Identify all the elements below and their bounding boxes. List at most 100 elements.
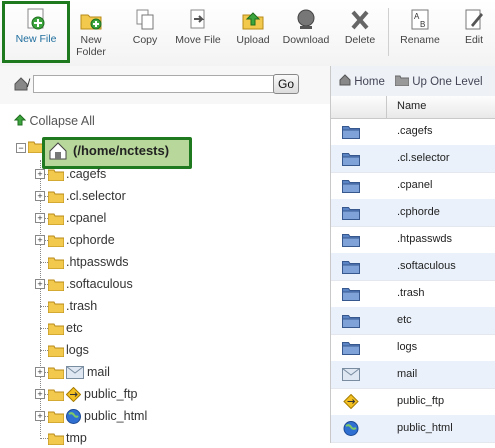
home-nav-button[interactable]: Home — [339, 74, 385, 88]
delete-button[interactable]: Delete — [340, 4, 380, 62]
file-name: .softaculous — [397, 260, 456, 272]
path-bar: / Go — [0, 66, 330, 104]
up-one-level-label: Up One Level — [412, 76, 483, 88]
new-folder-button[interactable]: New Folder — [72, 4, 110, 62]
edit-label: Edit — [464, 34, 484, 46]
column-name-header[interactable]: Name — [397, 100, 426, 112]
tree-expand-toggle[interactable]: + — [35, 411, 45, 421]
tree-item-label: etc — [66, 321, 83, 335]
home-nav-icon — [339, 74, 351, 86]
copy-icon — [136, 9, 154, 30]
root-toggle[interactable]: − — [16, 143, 26, 153]
mail-icon — [342, 368, 360, 381]
file-row[interactable]: public_ftp — [331, 388, 495, 416]
file-row[interactable]: etc — [331, 307, 495, 335]
new-folder-icon — [80, 14, 102, 30]
tree-expand-toggle[interactable]: + — [35, 169, 45, 179]
download-icon — [297, 9, 315, 29]
tree-item-label: public_ftp — [84, 387, 138, 401]
tree-item[interactable]: logs — [48, 340, 89, 360]
tree-item[interactable]: mail — [48, 362, 110, 382]
toolbar-separator — [388, 8, 389, 56]
upload-label: Upload — [236, 34, 270, 46]
tree-item[interactable]: .cl.selector — [48, 186, 126, 206]
edit-button[interactable]: Edit — [456, 4, 492, 62]
tree-expand-toggle[interactable]: + — [35, 213, 45, 223]
file-row[interactable]: logs — [331, 334, 495, 362]
toolbar: New File New Folder Copy Move File Uploa… — [0, 0, 495, 67]
tree-expand-toggle[interactable]: + — [35, 235, 45, 245]
new-file-button[interactable]: New File — [2, 1, 70, 63]
globe-icon — [343, 421, 359, 436]
tree-connector — [40, 306, 48, 307]
file-list-nav: Home Up One Level — [331, 66, 495, 97]
folder-icon — [48, 411, 64, 423]
delete-icon — [351, 10, 369, 30]
file-list-header: Name — [331, 96, 495, 119]
file-name: .cagefs — [397, 125, 433, 137]
folder-icon — [342, 288, 360, 301]
move-file-icon — [190, 9, 205, 29]
file-row[interactable]: .softaculous — [331, 253, 495, 281]
tree-connector — [40, 262, 48, 263]
download-button[interactable]: Download — [280, 4, 332, 62]
go-button[interactable]: Go — [273, 74, 299, 94]
tree-item[interactable]: .softaculous — [48, 274, 133, 294]
file-name: .htpasswds — [397, 233, 453, 245]
folder-icon — [342, 126, 360, 139]
tree-item[interactable]: .cpanel — [48, 208, 106, 228]
file-name: etc — [397, 314, 412, 326]
folder-icon — [342, 342, 360, 355]
home-path-icon — [14, 77, 28, 91]
tree-expand-toggle[interactable]: + — [35, 191, 45, 201]
upload-button[interactable]: Upload — [232, 4, 274, 62]
collapse-all[interactable]: Collapse All — [13, 114, 95, 128]
file-list-pane: Home Up One Level Name .cagefs .cl.select… — [330, 66, 495, 443]
move-file-button[interactable]: Move File — [170, 4, 226, 62]
tree-item[interactable]: public_ftp — [48, 384, 138, 404]
file-name: mail — [397, 368, 418, 380]
copy-button[interactable]: Copy — [126, 4, 164, 62]
file-name: .cphorde — [397, 206, 440, 218]
tree-item[interactable]: public_html — [48, 406, 147, 426]
file-row[interactable]: .cl.selector — [331, 145, 495, 173]
tree-item[interactable]: .cphorde — [48, 230, 115, 250]
tree-item[interactable]: .cagefs — [48, 164, 106, 184]
new-file-label: New File — [15, 33, 57, 45]
tree-expand-toggle[interactable]: + — [35, 279, 45, 289]
tree-item-label: .cpanel — [66, 211, 107, 225]
file-row[interactable]: mail — [331, 361, 495, 389]
tree-expand-toggle[interactable]: + — [35, 367, 45, 377]
folder-icon — [48, 235, 64, 247]
tree-item[interactable]: etc — [48, 318, 83, 338]
path-input[interactable] — [33, 75, 275, 93]
svg-text:B: B — [420, 20, 425, 29]
tree-expand-toggle[interactable]: + — [35, 389, 45, 399]
tree-connector — [40, 350, 48, 351]
file-row[interactable]: .trash — [331, 280, 495, 308]
folder-icon — [342, 261, 360, 274]
tree-connector — [40, 328, 48, 329]
rename-icon: A B — [411, 9, 429, 30]
move-file-label: Move File — [175, 34, 221, 46]
tree-item[interactable]: .trash — [48, 296, 97, 316]
file-row[interactable]: .cphorde — [331, 199, 495, 227]
folder-icon — [48, 191, 64, 203]
tree-item-label: .cl.selector — [66, 189, 126, 203]
new-file-icon — [27, 8, 45, 30]
tree-item-label: .softaculous — [66, 277, 133, 291]
folder-icon — [48, 345, 64, 357]
mail-icon — [66, 366, 84, 380]
file-name: logs — [397, 341, 418, 353]
upload-icon — [242, 12, 264, 30]
file-row[interactable]: .cpanel — [331, 172, 495, 200]
file-row[interactable]: .htpasswds — [331, 226, 495, 254]
up-one-level-button[interactable]: Up One Level — [394, 74, 483, 88]
file-row[interactable]: .cagefs — [331, 118, 495, 146]
home-icon — [49, 142, 67, 160]
tree-item[interactable]: tmp — [48, 428, 87, 448]
folder-icon — [342, 315, 360, 328]
rename-button[interactable]: A B Rename — [396, 4, 444, 62]
tree-item[interactable]: .htpasswds — [48, 252, 129, 272]
file-row[interactable]: public_html — [331, 415, 495, 443]
